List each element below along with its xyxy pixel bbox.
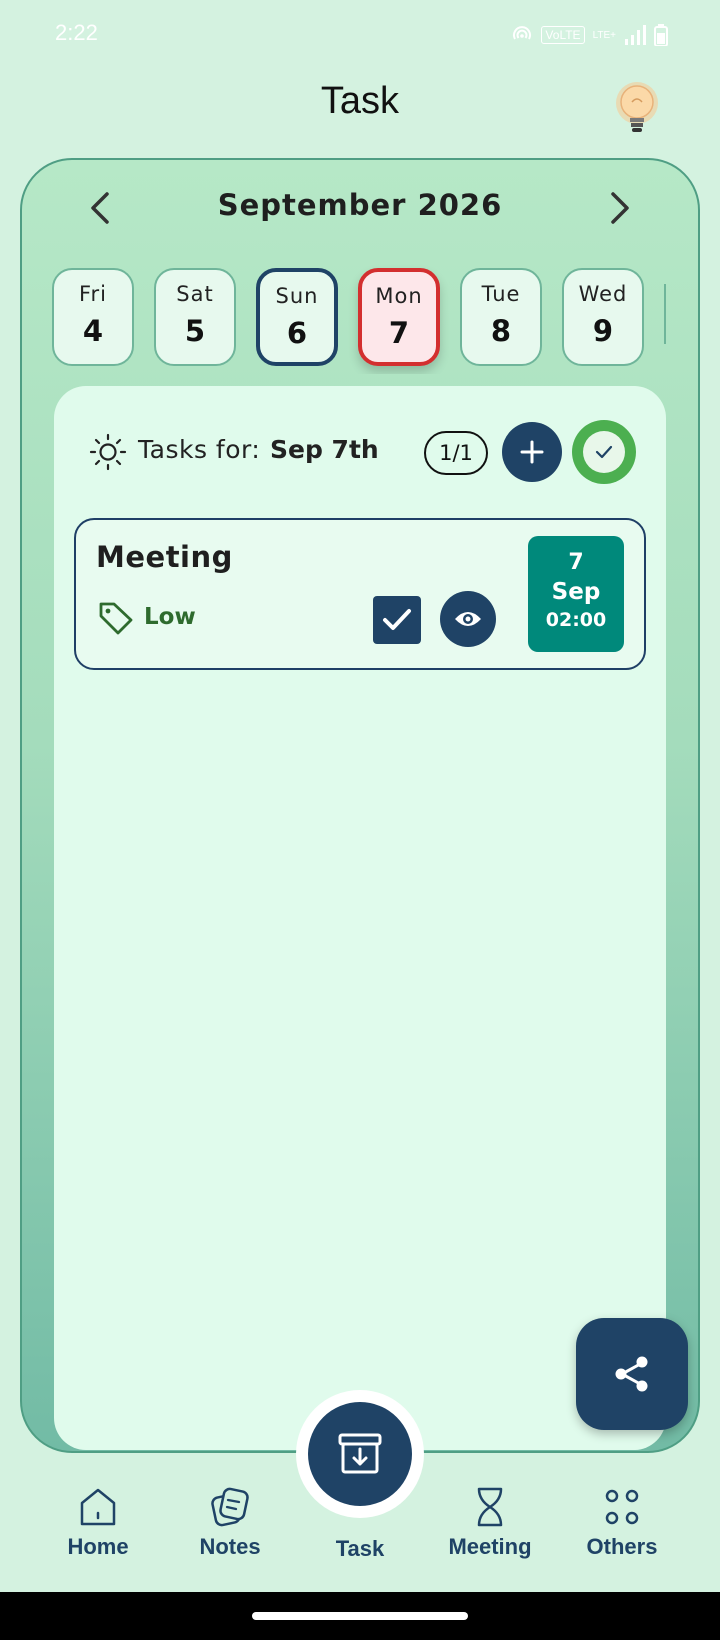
- day-name: Fri: [78, 282, 108, 306]
- status-icons: VoLTE LTE+: [511, 24, 668, 46]
- day-sun-today[interactable]: Sun 6: [256, 268, 338, 366]
- archive-download-icon: [338, 1433, 382, 1474]
- view-task-button[interactable]: [440, 591, 496, 647]
- network-type: LTE+: [592, 29, 616, 41]
- month-title: September 2026: [217, 188, 503, 222]
- nav-task-button[interactable]: [308, 1402, 412, 1506]
- notes-icon: [211, 1487, 249, 1527]
- hourglass-icon: [477, 1487, 503, 1527]
- next-month-button[interactable]: [600, 188, 640, 228]
- signal-icon: [625, 25, 646, 45]
- check-icon: [595, 445, 613, 459]
- add-task-button[interactable]: [502, 422, 562, 482]
- home-gesture-pill[interactable]: [252, 1612, 468, 1620]
- day-name: Sun: [275, 284, 319, 308]
- lightbulb-icon[interactable]: [612, 80, 662, 140]
- day-name: Wed: [578, 282, 628, 306]
- four-dots-icon: [605, 1489, 639, 1525]
- day-number: 6: [286, 316, 308, 350]
- nav-home[interactable]: Home: [38, 1486, 158, 1560]
- task-day: 7: [568, 550, 584, 575]
- sun-icon: [88, 432, 128, 476]
- tag-icon: [98, 600, 134, 640]
- nav-label: Home: [67, 1534, 129, 1559]
- share-button[interactable]: [576, 1318, 688, 1430]
- battery-icon: [654, 24, 668, 46]
- priority-label: Low: [144, 604, 196, 630]
- nav-others[interactable]: Others: [562, 1486, 682, 1560]
- nav-meeting[interactable]: Meeting: [430, 1486, 550, 1560]
- task-time: 02:00: [545, 609, 607, 631]
- day-number: 8: [490, 314, 512, 348]
- day-name: Sat: [176, 282, 214, 306]
- nav-label: Meeting: [448, 1534, 532, 1559]
- tasks-for-label: Tasks for:: [138, 435, 261, 464]
- task-title: Meeting: [96, 540, 233, 574]
- task-month: Sep: [551, 579, 601, 605]
- nav-label: Others: [586, 1534, 658, 1559]
- day-name: Mon: [375, 284, 423, 308]
- eye-icon: [455, 612, 481, 626]
- day-number: 5: [184, 314, 206, 348]
- day-number: 7: [388, 316, 410, 350]
- nav-notes[interactable]: Notes: [170, 1486, 290, 1560]
- day-wed[interactable]: Wed 9: [562, 268, 644, 366]
- hotspot-icon: [513, 26, 532, 40]
- next-day-edge: [664, 284, 666, 344]
- day-fri[interactable]: Fri 4: [52, 268, 134, 366]
- day-number: 9: [592, 314, 614, 348]
- share-icon: [615, 1356, 648, 1392]
- day-strip: Fri 4 Sat 5 Sun 6 Mon 7 Tue 8 Wed 9: [52, 264, 670, 374]
- checkmark-icon: [383, 609, 411, 630]
- day-number: 4: [82, 314, 104, 348]
- day-name: Tue: [481, 282, 521, 306]
- day-tue[interactable]: Tue 8: [460, 268, 542, 366]
- chevron-right-icon: [611, 192, 629, 224]
- volte-badge: VoLTE: [541, 26, 585, 44]
- tasks-date: Sep 7th: [270, 435, 379, 464]
- day-sat[interactable]: Sat 5: [154, 268, 236, 366]
- task-date-badge: 7 Sep 02:00: [528, 536, 624, 652]
- nav-label-task: Task: [335, 1536, 385, 1561]
- day-mon-selected[interactable]: Mon 7: [358, 268, 440, 366]
- nav-label: Notes: [199, 1534, 261, 1559]
- completed-tasks-button[interactable]: [572, 420, 636, 484]
- home-icon: [80, 1488, 116, 1526]
- task-count-badge: 1/1: [424, 431, 488, 475]
- month-navigator: September 2026: [20, 178, 700, 238]
- status-time: 2:22: [55, 20, 98, 45]
- complete-checkbox[interactable]: [373, 596, 421, 644]
- plus-icon: [520, 440, 544, 464]
